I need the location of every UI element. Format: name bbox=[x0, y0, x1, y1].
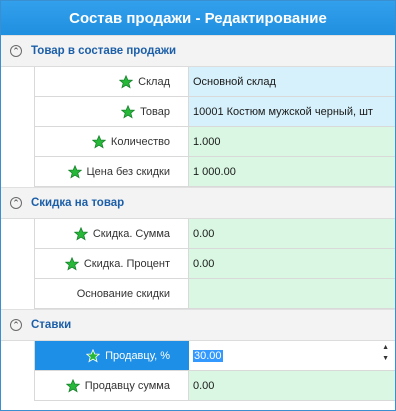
field-row-discount-sum[interactable]: Скидка. Сумма 0.00 bbox=[34, 219, 395, 249]
field-label: Цена без скидки bbox=[86, 165, 171, 178]
field-row-price[interactable]: Цена без скидки 1 000.00 bbox=[34, 157, 395, 187]
field-value-discount-reason[interactable] bbox=[189, 279, 395, 308]
spin-up-icon[interactable]: ▲ bbox=[382, 344, 389, 351]
section-title: Товар в составе продажи bbox=[31, 45, 177, 57]
green-star-icon bbox=[121, 104, 136, 118]
field-label: Скидка. Сумма bbox=[92, 227, 170, 240]
section-product: ⌃ Товар в составе продажи bbox=[1, 35, 395, 67]
field-row-discount-percent[interactable]: Скидка. Процент 0.00 bbox=[34, 249, 395, 279]
section-title: Скидка на товар bbox=[31, 197, 125, 209]
spin-buttons[interactable]: ▲ ▼ bbox=[382, 344, 389, 362]
collapse-up-icon[interactable]: ⌃ bbox=[10, 319, 22, 331]
field-value-seller-percent[interactable]: 30.00 ▲ ▼ bbox=[189, 341, 395, 370]
window-title: Состав продажи - Редактирование bbox=[1, 1, 395, 35]
field-row-product[interactable]: Товар 10001 Костюм мужской черный, шт bbox=[34, 97, 395, 127]
field-value-seller-sum[interactable]: 0.00 bbox=[189, 371, 395, 400]
selected-input-text[interactable]: 30.00 bbox=[193, 349, 223, 362]
field-row-quantity[interactable]: Количество 1.000 bbox=[34, 127, 395, 157]
section-rates: ⌃ Ставки bbox=[1, 309, 395, 341]
field-label: Товар bbox=[140, 105, 170, 118]
field-label: Продавцу сумма bbox=[84, 379, 170, 392]
field-value-quantity[interactable]: 1.000 bbox=[189, 127, 395, 156]
green-star-icon bbox=[64, 256, 79, 270]
field-row-seller-sum[interactable]: Продавцу сумма 0.00 bbox=[34, 371, 395, 401]
collapse-up-icon[interactable]: ⌃ bbox=[10, 45, 22, 57]
field-label: Скидка. Процент bbox=[83, 257, 170, 270]
green-star-icon bbox=[86, 348, 101, 362]
field-value-discount-percent[interactable]: 0.00 bbox=[189, 249, 395, 278]
field-label: Склад bbox=[138, 75, 170, 88]
field-label: Продавцу, % bbox=[105, 349, 170, 362]
green-star-icon bbox=[73, 226, 88, 240]
field-row-discount-reason[interactable]: Основание скидки bbox=[34, 279, 395, 309]
green-star-icon bbox=[119, 74, 134, 88]
green-star-icon bbox=[67, 164, 82, 178]
spin-down-icon[interactable]: ▼ bbox=[382, 355, 389, 362]
seller-percent-input[interactable]: 30.00 bbox=[189, 341, 395, 370]
field-label: Основание скидки bbox=[76, 287, 170, 300]
field-value-warehouse[interactable]: Основной склад bbox=[189, 67, 395, 96]
field-value-product[interactable]: 10001 Костюм мужской черный, шт bbox=[189, 97, 395, 126]
green-star-icon bbox=[91, 134, 106, 148]
collapse-up-icon[interactable]: ⌃ bbox=[10, 197, 22, 209]
field-label: Количество bbox=[110, 135, 170, 148]
section-discount: ⌃ Скидка на товар bbox=[1, 187, 395, 219]
field-value-price[interactable]: 1 000.00 bbox=[189, 157, 395, 186]
field-row-warehouse[interactable]: Склад Основной склад bbox=[34, 67, 395, 97]
section-title: Ставки bbox=[31, 319, 72, 331]
edit-window: Состав продажи - Редактирование ⌃ Товар … bbox=[0, 0, 396, 411]
field-value-discount-sum[interactable]: 0.00 bbox=[189, 219, 395, 248]
field-row-seller-percent[interactable]: Продавцу, % 30.00 ▲ ▼ bbox=[34, 341, 395, 371]
green-star-icon bbox=[65, 378, 80, 392]
